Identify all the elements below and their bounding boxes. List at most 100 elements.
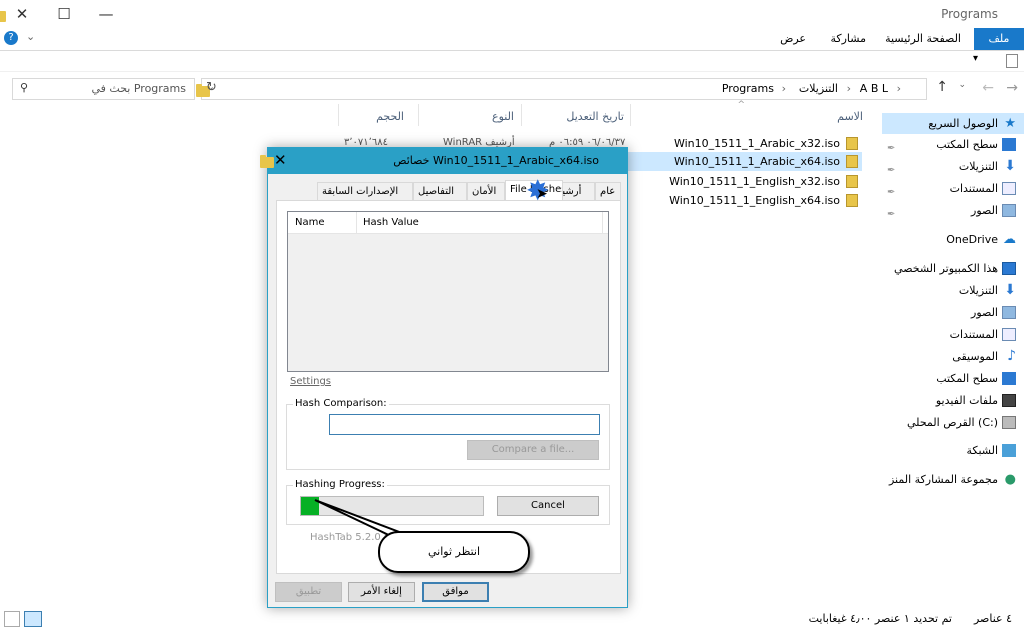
ribbon-tabs: ملف الصفحة الرئيسية مشاركة عرض ? ⌄ bbox=[0, 28, 1024, 50]
hash-list[interactable]: Name Hash Value bbox=[287, 211, 609, 372]
winrar-icon bbox=[846, 155, 858, 168]
sort-arrow-icon: ^ bbox=[737, 100, 745, 110]
breadcrumb-separator: › bbox=[846, 82, 851, 95]
computer-icon bbox=[1002, 262, 1016, 275]
music-icon: ♪ bbox=[1007, 348, 1016, 364]
dialog-titlebar: خصائص Win10_1511_1_Arabic_x64.iso ✕ bbox=[260, 148, 627, 174]
file-row[interactable]: Win10_1511_1_Arabic_x32.iso bbox=[654, 134, 862, 153]
tab-details[interactable]: التفاصيل bbox=[413, 182, 467, 200]
wait-callout: انتظر ثواني bbox=[378, 531, 530, 573]
up-icon[interactable]: ↑ bbox=[936, 79, 948, 95]
breadcrumb-programs[interactable]: Programs bbox=[722, 82, 774, 95]
tab-home[interactable]: الصفحة الرئيسية bbox=[877, 28, 969, 50]
address-bar[interactable]: › A B L › التنزيلات › Programs ⌄ bbox=[196, 78, 927, 100]
column-divider bbox=[630, 104, 631, 126]
forward-icon[interactable]: ← bbox=[982, 80, 994, 96]
tab-view[interactable]: عرض bbox=[772, 28, 814, 50]
maximize-icon[interactable]: ☐ bbox=[42, 0, 86, 28]
window-title: Programs bbox=[941, 7, 998, 21]
nav-pc-music[interactable]: ♪ الموسيقى bbox=[882, 346, 1024, 367]
winrar-icon bbox=[846, 194, 858, 207]
homegroup-icon: ● bbox=[1004, 472, 1016, 487]
nav-item-downloads[interactable]: ✒ ⬇ التنزيلات bbox=[882, 156, 1024, 177]
nav-quick-access[interactable]: ★ الوصول السريع bbox=[882, 113, 1024, 134]
apply-button[interactable]: تطبيق bbox=[275, 582, 342, 602]
settings-link[interactable]: Settings bbox=[290, 376, 331, 387]
minimize-icon[interactable]: — bbox=[84, 0, 128, 28]
file-row[interactable]: Win10_1511_1_English_x64.iso bbox=[654, 191, 862, 210]
nav-pc-pictures[interactable]: الصور bbox=[882, 302, 1024, 323]
breadcrumb-downloads[interactable]: التنزيلات bbox=[799, 82, 838, 95]
column-name[interactable]: الاسم bbox=[837, 110, 863, 123]
archive-icon bbox=[260, 154, 274, 168]
nav-pc-desktop[interactable]: سطح المكتب bbox=[882, 368, 1024, 389]
nav-this-pc[interactable]: هذا الكمبيوتر الشخصي bbox=[882, 258, 1024, 279]
tab-previous-versions[interactable]: الإصدارات السابقة bbox=[317, 182, 413, 200]
nav-item-documents[interactable]: ✒ المستندات bbox=[882, 178, 1024, 199]
ok-button[interactable]: موافق bbox=[422, 582, 489, 602]
compare-file-button[interactable]: Compare a file... bbox=[467, 440, 599, 460]
status-item-count: ٤ عناصر bbox=[973, 612, 1012, 625]
cancel-hashing-button[interactable]: Cancel bbox=[497, 496, 599, 516]
hash-comparison-label: Hash Comparison: bbox=[293, 398, 389, 409]
video-icon bbox=[1002, 394, 1016, 407]
nav-pc-documents[interactable]: المستندات bbox=[882, 324, 1024, 345]
pictures-icon bbox=[1002, 306, 1016, 319]
pictures-icon bbox=[1002, 204, 1016, 217]
tab-general[interactable]: عام bbox=[595, 182, 621, 200]
documents-icon bbox=[1002, 328, 1016, 341]
column-type[interactable]: النوع bbox=[492, 110, 514, 123]
winrar-icon bbox=[846, 175, 858, 188]
column-divider bbox=[418, 104, 419, 126]
column-size[interactable]: الحجم bbox=[376, 110, 404, 123]
large-icons-view-icon[interactable] bbox=[24, 611, 42, 627]
column-date[interactable]: تاريخ التعديل bbox=[566, 110, 624, 123]
customize-qat-icon[interactable]: ▾ bbox=[973, 53, 978, 64]
tab-share[interactable]: مشاركة bbox=[822, 28, 874, 50]
refresh-icon[interactable]: ↻ bbox=[206, 80, 217, 95]
column-divider bbox=[338, 104, 339, 126]
drive-icon bbox=[1002, 416, 1016, 429]
nav-pc-videos[interactable]: ملفات الفيديو bbox=[882, 390, 1024, 411]
nav-onedrive[interactable]: ☁ OneDrive bbox=[882, 229, 1024, 250]
cloud-icon: ☁ bbox=[1003, 232, 1016, 247]
close-icon[interactable]: ✕ bbox=[274, 151, 287, 169]
pin-icon: ✒ bbox=[887, 209, 896, 220]
download-icon: ⬇ bbox=[1004, 282, 1016, 298]
nav-item-pictures[interactable]: ✒ الصور bbox=[882, 200, 1024, 221]
properties-icon[interactable] bbox=[1006, 54, 1018, 68]
column-divider bbox=[356, 212, 357, 234]
close-icon[interactable]: ✕ bbox=[0, 0, 44, 28]
download-icon: ⬇ bbox=[1004, 158, 1016, 174]
cancel-button[interactable]: إلغاء الأمر bbox=[348, 582, 415, 602]
help-icon[interactable]: ? bbox=[4, 31, 18, 45]
hash-comparison-input[interactable] bbox=[329, 414, 600, 435]
nav-item-desktop[interactable]: ✒ سطح المكتب bbox=[882, 134, 1024, 155]
hash-comparison-group: Hash Comparison: Compare a file... bbox=[286, 398, 610, 470]
chevron-down-icon[interactable]: ⌄ bbox=[26, 30, 35, 43]
documents-icon bbox=[1002, 182, 1016, 195]
search-icon: ⚲ bbox=[20, 81, 29, 94]
breadcrumb-separator: › bbox=[896, 82, 901, 95]
nav-network[interactable]: الشبكة bbox=[882, 440, 1024, 461]
network-icon bbox=[1002, 444, 1016, 457]
dialog-tabs: عام أرشيف File Hashes الأمان التفاصيل ال… bbox=[316, 180, 621, 200]
hash-name-header[interactable]: Name bbox=[295, 217, 325, 228]
recent-locations-icon[interactable]: ⌄ bbox=[958, 80, 966, 90]
cursor-icon: ➤ bbox=[536, 186, 548, 202]
nav-pc-downloads[interactable]: ⬇ التنزيلات bbox=[882, 280, 1024, 301]
quick-access-toolbar: ▾ bbox=[0, 50, 1024, 72]
tab-file[interactable]: ملف bbox=[974, 28, 1024, 50]
breadcrumb-abl[interactable]: A B L bbox=[860, 82, 888, 95]
tab-security[interactable]: الأمان bbox=[467, 182, 505, 200]
nav-pc-local-disk[interactable]: القرص المحلي (C:) bbox=[882, 412, 1024, 433]
details-view-icon[interactable] bbox=[4, 611, 20, 627]
nav-homegroup[interactable]: ● مجموعة المشاركة المنز bbox=[882, 469, 1024, 490]
search-input[interactable]: بحث في Programs ⚲ bbox=[12, 78, 195, 100]
hash-value-header[interactable]: Hash Value bbox=[363, 217, 419, 228]
back-icon[interactable]: → bbox=[1006, 80, 1018, 96]
column-divider bbox=[602, 212, 603, 234]
dialog-title: خصائص Win10_1511_1_Arabic_x64.iso bbox=[393, 154, 599, 167]
file-row[interactable]: Win10_1511_1_English_x32.iso bbox=[654, 172, 862, 191]
star-icon: ★ bbox=[1004, 116, 1016, 131]
